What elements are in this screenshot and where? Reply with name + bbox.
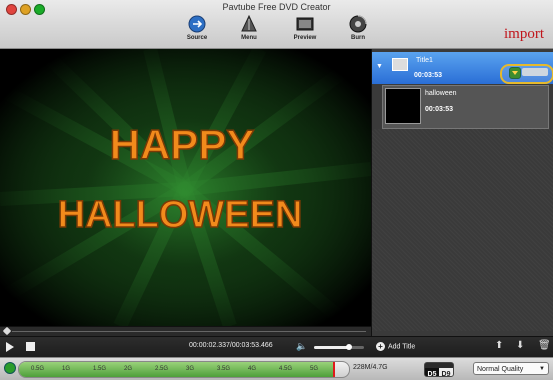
burn-icon bbox=[349, 15, 367, 33]
preview-label: Preview bbox=[293, 35, 317, 41]
source-label: Source bbox=[186, 35, 208, 41]
title-thumbnail-icon bbox=[392, 58, 408, 71]
capacity-limit-marker bbox=[332, 362, 335, 377]
status-bar: 0.5G 1G 1.5G 2G 2.5G 3G 3.5G 4G 4.5G 5G 228M/4.7G… bbox=[0, 357, 553, 380]
app-title: Pavtube Free DVD Creator bbox=[222, 2, 331, 12]
title-name: Title1 bbox=[416, 57, 433, 64]
disc-type-toggle[interactable]: D5 D9 bbox=[424, 362, 454, 377]
burn-label: Burn bbox=[351, 35, 365, 41]
title-row[interactable]: ▼ Title1 00:03:53 bbox=[372, 52, 553, 84]
seek-track bbox=[12, 331, 366, 332]
move-up-icon[interactable]: ⬆ bbox=[495, 340, 503, 351]
capacity-tick: 2G bbox=[124, 366, 133, 372]
clip-duration: 00:03:53 bbox=[425, 106, 454, 113]
title-list-background bbox=[372, 129, 553, 331]
burn-button[interactable]: Burn bbox=[338, 15, 378, 41]
video-text-line2: HALLOWEEN bbox=[58, 194, 303, 236]
video-text-line1: HAPPY bbox=[110, 121, 255, 168]
capacity-bar: 0.5G 1G 1.5G 2G 2.5G 3G 3.5G 4G 4.5G 5G bbox=[18, 361, 350, 378]
source-button[interactable]: Source bbox=[177, 15, 217, 41]
add-icon: + bbox=[376, 342, 385, 351]
capacity-text: 228M/4.7G bbox=[353, 364, 388, 371]
clip-name: halloween bbox=[425, 90, 457, 97]
import-button-face bbox=[522, 68, 548, 76]
seek-knob[interactable] bbox=[2, 326, 12, 336]
capacity-tick: 4.5G bbox=[279, 366, 293, 372]
capacity-tick: 1G bbox=[62, 366, 71, 372]
import-icon bbox=[509, 67, 521, 79]
playback-time: 00:00:02.337/00:03:53.466 bbox=[189, 342, 273, 349]
video-preview[interactable]: HAPPY HALLOWEEN bbox=[0, 49, 371, 326]
disc-d9-option[interactable]: D9 bbox=[439, 368, 453, 376]
title-duration: 00:03:53 bbox=[414, 72, 443, 79]
playback-controls: 00:00:02.337/00:03:53.466 🔈 + Add Title ⬆… bbox=[0, 336, 553, 357]
chevron-down-icon: ▼ bbox=[539, 366, 545, 372]
title-bar: Pavtube Free DVD Creator Source Menu Pre… bbox=[0, 0, 553, 49]
add-title-button[interactable]: + Add Title bbox=[376, 342, 415, 351]
halloween-artwork: HAPPY HALLOWEEN bbox=[0, 49, 371, 326]
source-icon bbox=[188, 15, 206, 33]
preview-icon bbox=[296, 17, 314, 31]
capacity-tick: 4G bbox=[248, 366, 257, 372]
preview-button[interactable]: Preview bbox=[285, 15, 325, 41]
volume-fill bbox=[314, 346, 349, 349]
add-title-label: Add Title bbox=[388, 343, 416, 351]
volume-knob[interactable] bbox=[346, 344, 352, 350]
quality-value: Normal Quality bbox=[477, 366, 524, 373]
menu-icon bbox=[241, 15, 257, 32]
stop-icon[interactable] bbox=[26, 342, 35, 351]
move-down-icon[interactable]: ⬇ bbox=[516, 340, 524, 351]
capacity-tick: 0.5G bbox=[31, 366, 45, 372]
capacity-tick: 3.5G bbox=[217, 366, 231, 372]
menu-button[interactable]: Menu bbox=[229, 15, 269, 41]
capacity-tick: 3G bbox=[186, 366, 195, 372]
capacity-tick: 1.5G bbox=[93, 366, 107, 372]
menu-label: Menu bbox=[241, 35, 257, 41]
delete-icon[interactable]: 🗑 bbox=[538, 340, 551, 351]
clip-thumbnail bbox=[385, 88, 421, 124]
quality-select[interactable]: Normal Quality ▼ bbox=[473, 362, 549, 375]
disc-d5-option[interactable]: D5 bbox=[425, 368, 439, 376]
import-annotation: import bbox=[504, 26, 544, 42]
clip-item[interactable]: halloween 00:03:53 bbox=[382, 85, 549, 129]
expand-arrow-icon[interactable]: ▼ bbox=[376, 63, 383, 70]
import-button[interactable] bbox=[500, 64, 553, 84]
disc-capacity-icon bbox=[4, 362, 16, 374]
capacity-tick: 2.5G bbox=[155, 366, 169, 372]
play-icon[interactable] bbox=[6, 342, 14, 352]
capacity-tick: 5G bbox=[310, 366, 319, 372]
volume-icon[interactable]: 🔈 bbox=[296, 341, 307, 352]
title-list-panel: ▼ Title1 00:03:53 halloween 00:03:53 bbox=[371, 49, 553, 338]
volume-slider[interactable] bbox=[314, 344, 364, 350]
